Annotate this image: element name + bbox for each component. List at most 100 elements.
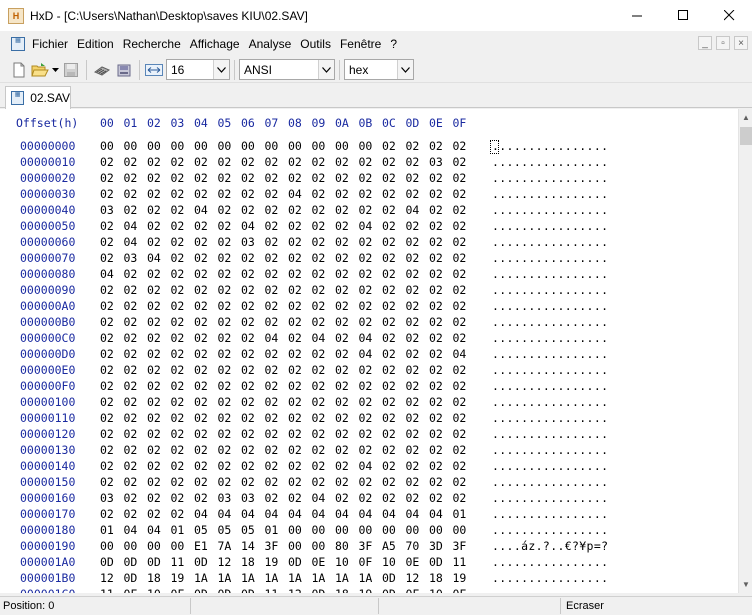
hex-byte[interactable]: 02: [241, 299, 255, 313]
hex-byte[interactable]: 02: [171, 235, 185, 249]
hex-byte[interactable]: 02: [194, 347, 208, 361]
hex-byte[interactable]: 02: [218, 395, 232, 409]
hex-byte[interactable]: 02: [147, 187, 161, 201]
hex-byte[interactable]: 02: [100, 363, 114, 377]
hex-byte[interactable]: 00: [312, 539, 326, 553]
menu-affichage[interactable]: Affichage: [190, 37, 245, 51]
hex-byte[interactable]: 02: [429, 379, 443, 393]
hex-byte[interactable]: 1A: [194, 571, 208, 585]
hex-byte[interactable]: 02: [335, 443, 349, 457]
hex-byte[interactable]: 02: [335, 203, 349, 217]
hex-byte[interactable]: 14: [241, 539, 255, 553]
hex-byte[interactable]: 02: [171, 491, 185, 505]
hex-byte[interactable]: 02: [100, 427, 114, 441]
hex-byte[interactable]: 02: [359, 283, 373, 297]
hex-byte[interactable]: 02: [382, 459, 396, 473]
hex-byte[interactable]: 00: [335, 523, 349, 537]
hex-byte[interactable]: 02: [335, 283, 349, 297]
hex-byte[interactable]: 11: [171, 555, 185, 569]
hex-byte[interactable]: 02: [241, 315, 255, 329]
hex-byte[interactable]: 02: [171, 427, 185, 441]
hex-byte[interactable]: 02: [241, 187, 255, 201]
hex-byte[interactable]: 02: [241, 475, 255, 489]
hex-byte[interactable]: 04: [241, 219, 255, 233]
hex-byte[interactable]: 02: [312, 395, 326, 409]
hex-byte[interactable]: 02: [241, 363, 255, 377]
hex-byte[interactable]: 02: [406, 155, 420, 169]
hex-byte[interactable]: 02: [312, 347, 326, 361]
decoded-text[interactable]: ................: [492, 395, 608, 409]
hex-byte[interactable]: 00: [241, 139, 255, 153]
decoded-text[interactable]: ................: [492, 571, 608, 585]
hex-byte[interactable]: 02: [100, 299, 114, 313]
hex-byte[interactable]: 02: [147, 203, 161, 217]
hex-byte[interactable]: 04: [194, 507, 208, 521]
hex-byte[interactable]: 01: [265, 523, 279, 537]
hex-byte[interactable]: 02: [429, 443, 443, 457]
open-ram-button[interactable]: [91, 59, 113, 81]
hex-byte[interactable]: 02: [359, 203, 373, 217]
hex-byte[interactable]: 02: [406, 299, 420, 313]
hex-byte[interactable]: 02: [453, 235, 467, 249]
hex-byte[interactable]: 02: [288, 363, 302, 377]
decoded-text[interactable]: ................: [492, 187, 608, 201]
hex-byte[interactable]: 12: [288, 587, 302, 593]
hex-byte[interactable]: 02: [124, 459, 138, 473]
decoded-text[interactable]: ................: [492, 235, 608, 249]
hex-byte[interactable]: 02: [265, 459, 279, 473]
hex-byte[interactable]: 02: [194, 315, 208, 329]
hex-byte[interactable]: 1A: [359, 571, 373, 585]
hex-byte[interactable]: 02: [218, 235, 232, 249]
hex-byte[interactable]: 00: [171, 139, 185, 153]
hex-byte[interactable]: 02: [124, 187, 138, 201]
hex-byte[interactable]: 00: [194, 139, 208, 153]
hex-byte[interactable]: 02: [147, 219, 161, 233]
hex-byte[interactable]: 02: [288, 315, 302, 329]
hex-byte[interactable]: 03: [241, 491, 255, 505]
hex-byte[interactable]: 02: [382, 187, 396, 201]
hex-byte[interactable]: 02: [147, 427, 161, 441]
vertical-scrollbar[interactable]: ▲ ▼: [738, 109, 752, 593]
hex-byte[interactable]: 02: [382, 235, 396, 249]
hex-byte[interactable]: 18: [335, 587, 349, 593]
hex-byte[interactable]: 02: [265, 283, 279, 297]
hex-byte[interactable]: 02: [241, 459, 255, 473]
hex-byte[interactable]: 02: [429, 187, 443, 201]
hex-byte[interactable]: 02: [171, 379, 185, 393]
hex-byte[interactable]: 02: [100, 315, 114, 329]
hex-byte[interactable]: 02: [147, 315, 161, 329]
maximize-button[interactable]: [660, 0, 706, 31]
hex-byte[interactable]: 02: [265, 363, 279, 377]
hex-byte[interactable]: 02: [406, 379, 420, 393]
hex-byte[interactable]: 12: [218, 555, 232, 569]
hex-byte[interactable]: A5: [382, 539, 396, 553]
hex-byte[interactable]: 02: [265, 427, 279, 441]
hex-byte[interactable]: 18: [241, 555, 255, 569]
hex-byte[interactable]: 0D: [382, 587, 396, 593]
hex-byte[interactable]: 10: [429, 587, 443, 593]
hex-byte[interactable]: 12: [406, 571, 420, 585]
decoded-text[interactable]: ................: [492, 363, 608, 377]
hex-byte[interactable]: 02: [312, 267, 326, 281]
decoded-text[interactable]: ................: [492, 203, 608, 217]
hex-byte[interactable]: 00: [100, 539, 114, 553]
hex-byte[interactable]: 00: [265, 139, 279, 153]
hex-byte[interactable]: 04: [359, 459, 373, 473]
hex-byte[interactable]: 0D: [100, 555, 114, 569]
hex-byte[interactable]: 04: [241, 507, 255, 521]
hex-byte[interactable]: 02: [241, 347, 255, 361]
hex-byte[interactable]: 02: [265, 347, 279, 361]
charset-dropdown-arrow[interactable]: [318, 60, 334, 79]
hex-byte[interactable]: 02: [100, 379, 114, 393]
hex-byte[interactable]: 02: [453, 491, 467, 505]
hex-byte[interactable]: 02: [429, 251, 443, 265]
hex-byte[interactable]: 02: [241, 395, 255, 409]
hex-byte[interactable]: 02: [359, 155, 373, 169]
hex-byte[interactable]: 02: [124, 331, 138, 345]
hex-byte[interactable]: 0D: [382, 571, 396, 585]
hex-byte[interactable]: 02: [218, 411, 232, 425]
hex-byte[interactable]: 02: [194, 395, 208, 409]
hex-byte[interactable]: 02: [218, 219, 232, 233]
hex-byte[interactable]: 02: [453, 171, 467, 185]
hex-byte[interactable]: 02: [312, 411, 326, 425]
